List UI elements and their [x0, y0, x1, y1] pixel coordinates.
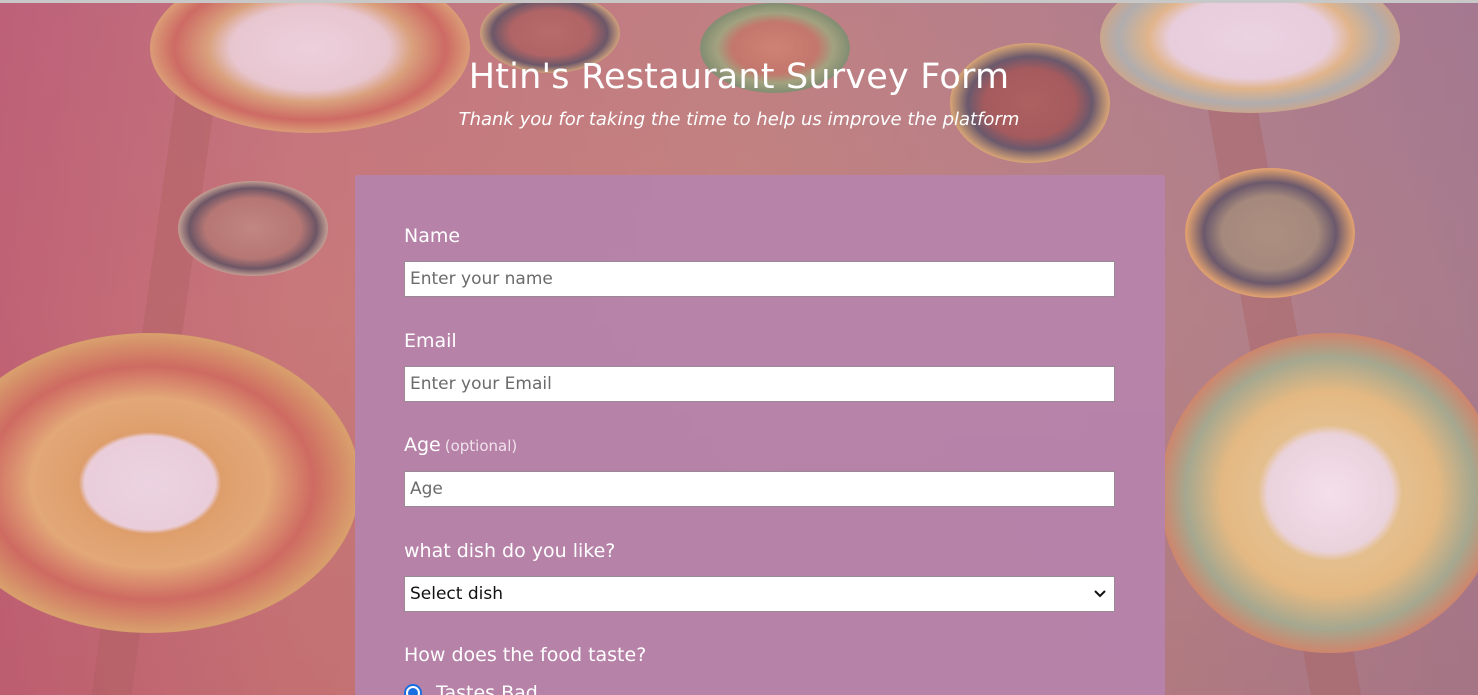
taste-label: How does the food taste? — [404, 644, 647, 666]
name-label: Name — [404, 225, 461, 247]
page-subtitle: Thank you for taking the time to help us… — [458, 109, 1020, 130]
dish-group: what dish do you like? Select dish — [404, 540, 1115, 612]
email-input[interactable] — [404, 366, 1115, 402]
name-input[interactable] — [404, 261, 1115, 297]
dish-select[interactable]: Select dish — [404, 576, 1115, 612]
age-label-text: Age — [404, 434, 441, 456]
age-label: Age (optional) — [404, 434, 1115, 456]
page-header: Htin's Restaurant Survey Form Thank you … — [0, 57, 1478, 130]
age-input[interactable] — [404, 471, 1115, 507]
dish-select-value: Select dish — [410, 584, 503, 604]
page-title: Htin's Restaurant Survey Form — [468, 57, 1010, 97]
taste-group: How does the food taste? Tastes Bad — [404, 644, 1115, 695]
radio-button[interactable] — [404, 684, 422, 695]
radio-checked-dot — [408, 688, 418, 695]
email-group: Email — [404, 330, 1115, 402]
survey-form: Name Email Age(optional) what dish do yo… — [355, 175, 1165, 695]
dish-label: what dish do you like? — [404, 540, 616, 562]
email-label: Email — [404, 330, 457, 352]
taste-option-bad[interactable]: Tastes Bad — [404, 682, 538, 695]
optional-note: (optional) — [444, 437, 518, 455]
name-group: Name — [404, 225, 1115, 297]
age-group: Age (optional) — [404, 434, 1115, 507]
taste-option-label: Tastes Bad — [436, 682, 538, 695]
chevron-down-icon — [1094, 590, 1106, 598]
